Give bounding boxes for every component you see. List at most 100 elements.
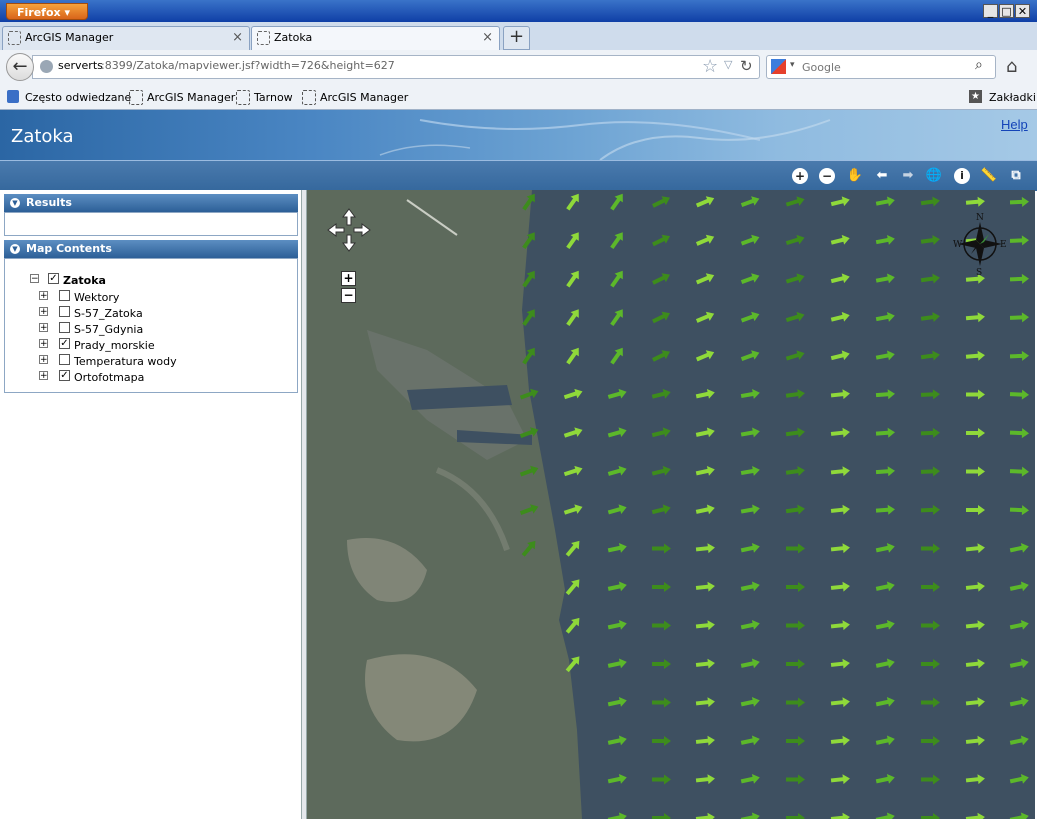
tab-label: Zatoka — [274, 31, 313, 44]
bookmark-item[interactable]: Tarnow — [236, 90, 293, 105]
tab-zatoka[interactable]: Zatoka × — [251, 26, 500, 51]
bookmarks-menu-label[interactable]: Zakładki — [989, 91, 1036, 104]
reload-icon[interactable]: ↻ — [740, 57, 753, 75]
maximize-button[interactable]: □ — [999, 4, 1014, 18]
pan-south-icon[interactable] — [342, 234, 356, 252]
expand-tree-icon[interactable]: + — [39, 339, 48, 349]
layer-label: Temperatura wody — [74, 355, 177, 368]
search-engine-dropdown-icon[interactable]: ▾ — [790, 60, 795, 70]
tree-layer-row: + Wektory — [0, 288, 300, 304]
back-arrow-icon: ← — [12, 56, 28, 77]
collapse-icon[interactable]: ▼ — [10, 198, 20, 208]
app-title: Zatoka — [11, 126, 74, 147]
forward-arrow-icon[interactable]: ➡ — [898, 166, 918, 186]
close-tab-icon[interactable]: × — [232, 27, 243, 49]
page-icon — [236, 90, 250, 105]
map-zoom-in-button[interactable]: + — [341, 271, 356, 286]
expand-tree-icon[interactable]: + — [39, 371, 48, 381]
minimize-button[interactable]: _ — [983, 4, 998, 18]
zoom-out-icon[interactable]: − — [819, 168, 835, 184]
page-icon — [257, 31, 270, 45]
home-icon[interactable]: ⌂ — [1006, 56, 1017, 77]
measure-icon[interactable]: 📏 — [979, 166, 999, 186]
google-logo-icon[interactable] — [771, 59, 786, 74]
map-canvas[interactable] — [307, 190, 1035, 819]
tree-layer-row: + S-57_Zatoka — [0, 304, 300, 320]
collapse-tree-icon[interactable]: − — [30, 274, 39, 284]
bookmark-label: Tarnow — [254, 91, 293, 104]
bookmark-label: ArcGIS Manager — [320, 91, 409, 104]
full-extent-globe-icon[interactable]: 🌐 — [924, 166, 944, 186]
compass-west-label: W — [953, 240, 963, 250]
page-icon — [302, 90, 316, 105]
north-arrow-compass: N S W E — [953, 213, 1007, 276]
overview-map-icon[interactable]: ⧉ — [1006, 166, 1026, 186]
bookmarks-menu-icon[interactable]: ★ — [969, 90, 982, 103]
expand-tree-icon[interactable]: + — [39, 291, 48, 301]
bookmark-label: Często odwiedzane — [25, 91, 132, 104]
expand-tree-icon[interactable]: + — [39, 355, 48, 365]
header-map-decoration — [379, 119, 831, 160]
bookmark-item[interactable]: ArcGIS Manager — [302, 90, 409, 105]
bookmark-item[interactable]: Często odwiedzane — [7, 90, 132, 104]
bookmark-label: ArcGIS Manager — [147, 91, 236, 104]
close-window-button[interactable]: ✕ — [1015, 4, 1030, 18]
layer-checkbox[interactable] — [59, 322, 70, 333]
results-panel-body — [4, 212, 298, 236]
pan-east-icon[interactable] — [353, 223, 371, 237]
layer-checkbox[interactable]: ✓ — [59, 338, 70, 349]
page-icon — [129, 90, 143, 105]
new-tab-button[interactable]: + — [503, 26, 530, 50]
layer-checkbox[interactable] — [59, 306, 70, 317]
compass-east-label: E — [1000, 240, 1007, 250]
search-magnifier-icon[interactable]: ⌕ — [975, 57, 983, 73]
identify-info-icon[interactable]: i — [954, 168, 970, 184]
layer-checkbox[interactable] — [59, 290, 70, 301]
layer-label: S-57_Zatoka — [74, 307, 143, 320]
layer-label: Wektory — [74, 291, 120, 304]
pan-north-icon[interactable] — [342, 208, 356, 226]
layer-label: Ortofotmapa — [74, 371, 145, 384]
map-contents-panel-title: Map Contents — [26, 242, 112, 255]
pan-west-icon[interactable] — [327, 223, 345, 237]
layer-checkbox[interactable]: ✓ — [59, 370, 70, 381]
pan-hand-icon[interactable]: ✋ — [845, 166, 865, 186]
expand-tree-icon[interactable]: + — [39, 323, 48, 333]
pan-control[interactable] — [327, 208, 371, 252]
map-view[interactable] — [307, 190, 1035, 819]
bookmark-item[interactable]: ArcGIS Manager — [129, 90, 236, 105]
close-tab-icon[interactable]: × — [482, 27, 493, 49]
page-icon — [8, 31, 21, 45]
back-button[interactable]: ← — [6, 53, 34, 81]
tab-arcgis-manager[interactable]: ArcGIS Manager × — [2, 26, 250, 50]
map-zoom-out-button[interactable]: − — [341, 288, 356, 303]
url-host: serverts — [58, 59, 103, 72]
layer-label: S-57_Gdynia — [74, 323, 144, 336]
layer-label: Prady_morskie — [74, 339, 155, 352]
compass-south-label: S — [976, 268, 982, 276]
zoom-in-icon[interactable]: + — [792, 168, 808, 184]
tree-layer-row: + Temperatura wody — [0, 352, 300, 368]
tree-layer-row: + ✓ Prady_morskie — [0, 336, 300, 352]
url-path: :8399/Zatoka/mapviewer.jsf?width=726&hei… — [101, 59, 395, 72]
firefox-menu-button[interactable]: Firefox ▾ — [6, 3, 88, 20]
map-contents-panel-header[interactable]: ▼ Map Contents — [4, 240, 298, 258]
layer-checkbox[interactable]: ✓ — [48, 273, 59, 284]
search-input[interactable] — [802, 58, 962, 76]
help-link[interactable]: Help — [1001, 117, 1028, 132]
tab-label: ArcGIS Manager — [25, 31, 114, 44]
site-identity-icon[interactable] — [40, 60, 53, 73]
most-visited-icon — [7, 90, 19, 103]
window-titlebar — [0, 0, 1037, 22]
layer-checkbox[interactable] — [59, 354, 70, 365]
firefox-menu-label: Firefox — [17, 6, 61, 19]
expand-tree-icon[interactable]: + — [39, 307, 48, 317]
tree-layer-row: + S-57_Gdynia — [0, 320, 300, 336]
back-arrow-icon[interactable]: ⬅ — [872, 166, 892, 186]
collapse-icon[interactable]: ▼ — [10, 244, 20, 254]
results-panel-title: Results — [26, 196, 72, 209]
bookmark-star-icon[interactable]: ☆ — [702, 56, 718, 77]
results-panel-header[interactable]: ▼ Results — [4, 194, 298, 212]
tree-layer-row: + ✓ Ortofotmapa — [0, 368, 300, 384]
history-dropdown-icon[interactable]: ▽ — [724, 58, 732, 71]
